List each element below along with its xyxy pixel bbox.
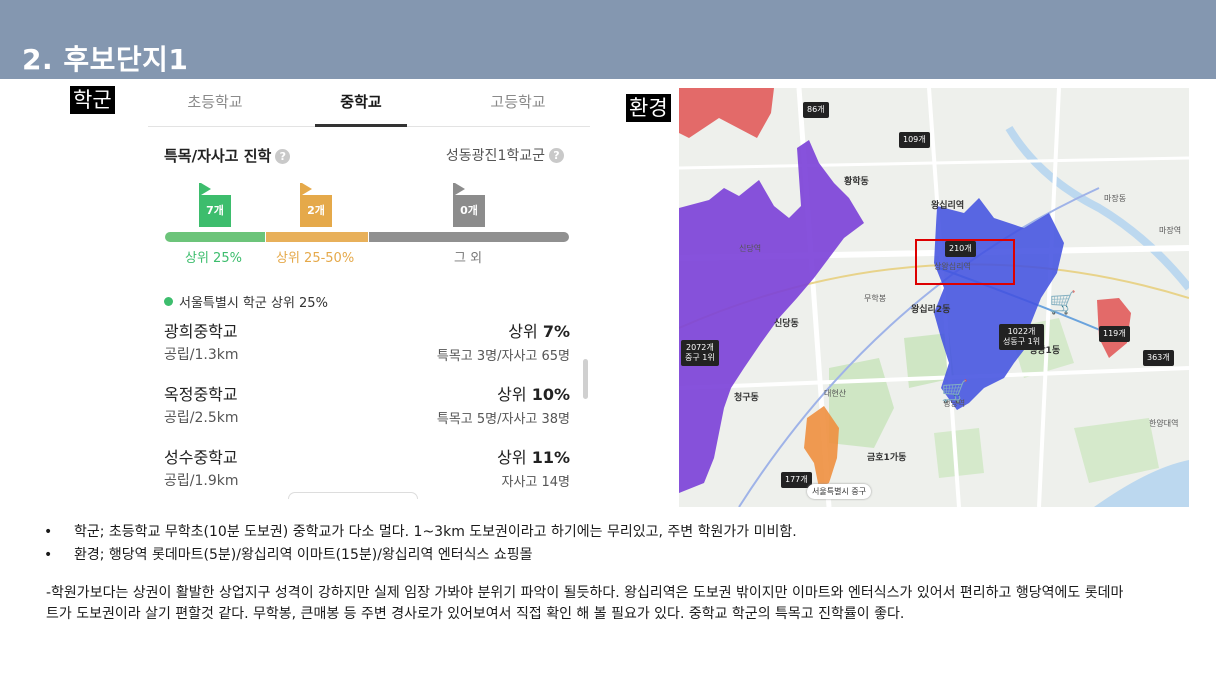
school-tag: 학군 [70, 86, 115, 114]
bullet-item: • 환경; 행당역 롯데마트(5분)/왕십리역 이마트(15분)/왕십리역 엔터식… [44, 547, 533, 563]
school-rank: 상위 7% [508, 322, 570, 341]
bar-other [369, 232, 569, 242]
bar-label-other: 그 외 [454, 251, 483, 266]
map-count-label[interactable]: 177개 [781, 472, 812, 488]
tab-middle[interactable]: 중학교 [301, 91, 421, 112]
shopping-cart-icon[interactable]: 🛒 [941, 380, 968, 405]
map-place-label: 청구동 [734, 393, 759, 403]
district-label: 성동광진1학교군? [446, 145, 564, 165]
school-info: 특목고 3명/자사고 65명 [436, 349, 570, 364]
map-place-label: 왕십리2동 [911, 305, 951, 315]
bar-top25 [165, 232, 265, 242]
environment-tag: 환경 [626, 94, 671, 122]
flag-icon [302, 183, 312, 195]
map[interactable]: 왕십리역 상왕십리역 신당역 행당1동 행당역 마장동 왕십리2동 신당동 황학… [679, 88, 1189, 507]
section-title: 특목/자사고 진학? [164, 145, 291, 166]
help-icon[interactable]: ? [549, 148, 564, 163]
school-rank: 상위 10% [497, 385, 570, 404]
bar-top25-50 [266, 232, 368, 242]
legend: 서울특별시 학군 상위 25% [164, 292, 328, 311]
bar-label-top25-50: 상위 25-50% [276, 251, 355, 266]
map-count-label[interactable]: 363개 [1143, 350, 1174, 366]
highlight-box [915, 239, 1015, 285]
map-place-label: 신당동 [774, 319, 799, 329]
flag-icon [201, 183, 211, 195]
map-place-label: 마장역 [1159, 226, 1182, 235]
legend-dot-icon [164, 297, 173, 306]
active-tab-indicator [315, 124, 407, 127]
school-name[interactable]: 광희중학교 [164, 318, 238, 342]
map-region-label: 서울특별시 중구 [807, 484, 872, 499]
tab-high[interactable]: 고등학교 [458, 91, 578, 112]
bullet-list: • 학군; 초등학교 무학초(10분 도보권) 중학교가 다소 멀다. 1~3km… [44, 521, 797, 567]
slide-title: 2. 후보단지1 [22, 43, 189, 76]
flag-icon [455, 183, 465, 195]
school-name[interactable]: 성수중학교 [164, 444, 238, 468]
more-button[interactable] [288, 492, 418, 499]
school-sub: 공립/2.5km [164, 410, 239, 426]
map-count-label[interactable]: 119개 [1099, 326, 1130, 342]
map-place-label: 황학동 [844, 177, 869, 187]
map-count-label[interactable]: 86개 [803, 102, 829, 118]
school-panel: 초등학교 중학교 고등학교 특목/자사고 진학? 성동광진1학교군? 7개 2개… [148, 79, 590, 499]
school-info: 특목고 5명/자사고 38명 [436, 412, 570, 427]
map-place-label: 금호1가동 [867, 453, 907, 463]
school-level-tabs: 초등학교 중학교 고등학교 [148, 79, 590, 127]
school-rank: 상위 11% [497, 448, 570, 467]
map-place-label: 무학봉 [864, 294, 887, 303]
tab-elementary[interactable]: 초등학교 [155, 91, 275, 112]
school-sub: 공립/1.9km [164, 473, 239, 489]
map-place-label: 대현산 [824, 389, 847, 398]
map-place-label: 왕십리역 [931, 201, 965, 211]
help-icon[interactable]: ? [275, 149, 291, 164]
school-name[interactable]: 옥정중학교 [164, 381, 238, 405]
map-place-label: 한양대역 [1149, 419, 1179, 428]
school-sub: 공립/1.3km [164, 347, 239, 363]
map-count-label[interactable]: 109개 [899, 132, 930, 148]
summary-paragraph: -학원가보다는 상권이 활발한 상업지구 성격이 강하지만 실제 임장 가봐야 … [46, 585, 1124, 622]
map-place-label: 마장동 [1104, 194, 1127, 203]
map-count-label[interactable]: 1022개 성동구 1위 [999, 324, 1045, 350]
scrollbar[interactable] [583, 359, 588, 399]
bullet-item: • 학군; 초등학교 무학초(10분 도보권) 중학교가 다소 멀다. 1~3km… [44, 524, 797, 540]
map-canvas [679, 88, 1189, 507]
shopping-cart-icon[interactable]: 🛒 [1049, 291, 1076, 316]
school-info: 자사고 14명 [501, 475, 570, 490]
map-place-label: 신당역 [739, 244, 762, 253]
bar-label-top25: 상위 25% [185, 251, 242, 266]
map-count-label[interactable]: 2072개 중구 1위 [681, 340, 719, 366]
